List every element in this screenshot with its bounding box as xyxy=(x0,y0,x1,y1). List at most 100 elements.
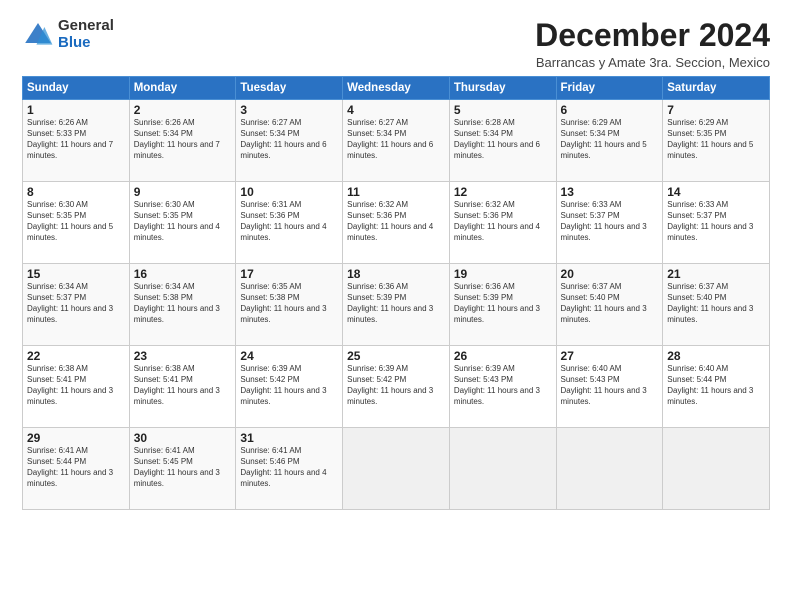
col-sunday: Sunday xyxy=(23,77,130,100)
day-number: 29 xyxy=(27,431,125,445)
table-row xyxy=(449,428,556,510)
sunset-label: Sunset: 5:35 PM xyxy=(667,129,726,138)
day-detail: Sunrise: 6:38 AMSunset: 5:41 PMDaylight:… xyxy=(134,364,232,407)
sunset-label: Sunset: 5:42 PM xyxy=(347,375,406,384)
sunrise-label: Sunrise: 6:30 AM xyxy=(134,200,195,209)
daylight-label: Daylight: 11 hours and 3 minutes. xyxy=(27,468,113,488)
sunrise-label: Sunrise: 6:41 AM xyxy=(27,446,88,455)
day-detail: Sunrise: 6:41 AMSunset: 5:44 PMDaylight:… xyxy=(27,446,125,489)
sunrise-label: Sunrise: 6:26 AM xyxy=(134,118,195,127)
logo-icon xyxy=(22,19,54,51)
table-row: 8Sunrise: 6:30 AMSunset: 5:35 PMDaylight… xyxy=(23,182,130,264)
day-number: 18 xyxy=(347,267,445,281)
sunrise-label: Sunrise: 6:35 AM xyxy=(240,282,301,291)
sunset-label: Sunset: 5:42 PM xyxy=(240,375,299,384)
day-number: 20 xyxy=(561,267,659,281)
table-row: 23Sunrise: 6:38 AMSunset: 5:41 PMDayligh… xyxy=(129,346,236,428)
sunset-label: Sunset: 5:39 PM xyxy=(454,293,513,302)
sunrise-label: Sunrise: 6:39 AM xyxy=(454,364,515,373)
daylight-label: Daylight: 11 hours and 3 minutes. xyxy=(667,386,753,406)
day-detail: Sunrise: 6:36 AMSunset: 5:39 PMDaylight:… xyxy=(347,282,445,325)
table-row: 13Sunrise: 6:33 AMSunset: 5:37 PMDayligh… xyxy=(556,182,663,264)
logo-blue-text: Blue xyxy=(58,35,114,52)
day-number: 9 xyxy=(134,185,232,199)
day-number: 21 xyxy=(667,267,765,281)
table-row: 29Sunrise: 6:41 AMSunset: 5:44 PMDayligh… xyxy=(23,428,130,510)
table-row: 18Sunrise: 6:36 AMSunset: 5:39 PMDayligh… xyxy=(343,264,450,346)
sunset-label: Sunset: 5:41 PM xyxy=(134,375,193,384)
table-row: 12Sunrise: 6:32 AMSunset: 5:36 PMDayligh… xyxy=(449,182,556,264)
day-detail: Sunrise: 6:26 AM Sunset: 5:34 PM Daylight:… xyxy=(134,118,232,161)
day-detail: Sunrise: 6:27 AMSunset: 5:34 PMDaylight:… xyxy=(240,118,338,161)
sunset-label: Sunset: 5:45 PM xyxy=(134,457,193,466)
daylight-label: Daylight: 11 hours and 5 minutes. xyxy=(667,140,753,160)
sunrise-label: Sunrise: 6:31 AM xyxy=(240,200,301,209)
sunrise-label: Sunrise: 6:39 AM xyxy=(240,364,301,373)
day-number: 3 xyxy=(240,103,338,117)
day-number: 11 xyxy=(347,185,445,199)
day-detail: Sunrise: 6:32 AMSunset: 5:36 PMDaylight:… xyxy=(454,200,552,243)
day-number: 7 xyxy=(667,103,765,117)
sunset-label: Sunset: 5:34 PM xyxy=(561,129,620,138)
day-number: 30 xyxy=(134,431,232,445)
table-row: 3Sunrise: 6:27 AMSunset: 5:34 PMDaylight… xyxy=(236,100,343,182)
day-detail: Sunrise: 6:35 AMSunset: 5:38 PMDaylight:… xyxy=(240,282,338,325)
daylight-label: Daylight: 11 hours and 6 minutes. xyxy=(347,140,433,160)
daylight-label: Daylight: 11 hours and 7 minutes. xyxy=(134,140,220,160)
day-detail: Sunrise: 6:38 AMSunset: 5:41 PMDaylight:… xyxy=(27,364,125,407)
calendar-week-5: 29Sunrise: 6:41 AMSunset: 5:44 PMDayligh… xyxy=(23,428,770,510)
sunset-label: Sunset: 5:37 PM xyxy=(667,211,726,220)
page: General Blue December 2024 Barrancas y A… xyxy=(0,0,792,612)
logo: General Blue xyxy=(22,18,114,51)
day-detail: Sunrise: 6:31 AMSunset: 5:36 PMDaylight:… xyxy=(240,200,338,243)
sunset-label: Sunset: 5:34 PM xyxy=(134,129,193,138)
daylight-label: Daylight: 11 hours and 7 minutes. xyxy=(27,140,113,160)
day-number: 24 xyxy=(240,349,338,363)
sunrise-label: Sunrise: 6:39 AM xyxy=(347,364,408,373)
day-detail: Sunrise: 6:37 AMSunset: 5:40 PMDaylight:… xyxy=(667,282,765,325)
sunset-label: Sunset: 5:36 PM xyxy=(454,211,513,220)
calendar-table: Sunday Monday Tuesday Wednesday Thursday… xyxy=(22,76,770,510)
sunset-label: Sunset: 5:38 PM xyxy=(240,293,299,302)
col-thursday: Thursday xyxy=(449,77,556,100)
table-row: 10Sunrise: 6:31 AMSunset: 5:36 PMDayligh… xyxy=(236,182,343,264)
daylight-label: Daylight: 11 hours and 3 minutes. xyxy=(561,304,647,324)
table-row: 19Sunrise: 6:36 AMSunset: 5:39 PMDayligh… xyxy=(449,264,556,346)
sunset-label: Sunset: 5:41 PM xyxy=(27,375,86,384)
day-number: 19 xyxy=(454,267,552,281)
day-number: 31 xyxy=(240,431,338,445)
day-number: 4 xyxy=(347,103,445,117)
day-detail: Sunrise: 6:34 AMSunset: 5:38 PMDaylight:… xyxy=(134,282,232,325)
daylight-label: Daylight: 11 hours and 5 minutes. xyxy=(27,222,113,242)
table-row: 21Sunrise: 6:37 AMSunset: 5:40 PMDayligh… xyxy=(663,264,770,346)
sunrise-label: Sunrise: 6:27 AM xyxy=(240,118,301,127)
sunrise-label: Sunrise: 6:29 AM xyxy=(561,118,622,127)
table-row: 9Sunrise: 6:30 AMSunset: 5:35 PMDaylight… xyxy=(129,182,236,264)
day-detail: Sunrise: 6:41 AMSunset: 5:46 PMDaylight:… xyxy=(240,446,338,489)
daylight-label: Daylight: 11 hours and 3 minutes. xyxy=(667,222,753,242)
daylight-label: Daylight: 11 hours and 3 minutes. xyxy=(134,468,220,488)
col-wednesday: Wednesday xyxy=(343,77,450,100)
day-detail: Sunrise: 6:39 AMSunset: 5:42 PMDaylight:… xyxy=(240,364,338,407)
day-detail: Sunrise: 6:39 AM Sunset: 5:42 PM Daylight:… xyxy=(347,364,445,407)
day-detail: Sunrise: 6:37 AMSunset: 5:40 PMDaylight:… xyxy=(561,282,659,325)
calendar-week-1: 1Sunrise: 6:26 AMSunset: 5:33 PMDaylight… xyxy=(23,100,770,182)
day-number: 12 xyxy=(454,185,552,199)
sunset-label: Sunset: 5:37 PM xyxy=(561,211,620,220)
day-detail: Sunrise: 6:40 AMSunset: 5:43 PMDaylight:… xyxy=(561,364,659,407)
daylight-label: Daylight: 11 hours and 3 minutes. xyxy=(561,386,647,406)
day-number: 17 xyxy=(240,267,338,281)
sunrise-label: Sunrise: 6:37 AM xyxy=(667,282,728,291)
logo-general-text: General xyxy=(58,18,114,35)
day-detail: Sunrise: 6:26 AMSunset: 5:33 PMDaylight:… xyxy=(27,118,125,161)
sunrise-label: Sunrise: 6:34 AM xyxy=(134,282,195,291)
header-row: Sunday Monday Tuesday Wednesday Thursday… xyxy=(23,77,770,100)
col-tuesday: Tuesday xyxy=(236,77,343,100)
daylight-label: Daylight: 11 hours and 3 minutes. xyxy=(561,222,647,242)
sunrise-label: Sunrise: 6:33 AM xyxy=(561,200,622,209)
sunrise-label: Sunrise: 6:34 AM xyxy=(27,282,88,291)
daylight-label: Daylight: 11 hours and 3 minutes. xyxy=(347,386,433,406)
table-row: 26Sunrise: 6:39 AMSunset: 5:43 PMDayligh… xyxy=(449,346,556,428)
sunrise-label: Sunrise: 6:37 AM xyxy=(561,282,622,291)
table-row: 25Sunrise: 6:39 AMSunset: 5:42 PMDayligh… xyxy=(343,346,450,428)
